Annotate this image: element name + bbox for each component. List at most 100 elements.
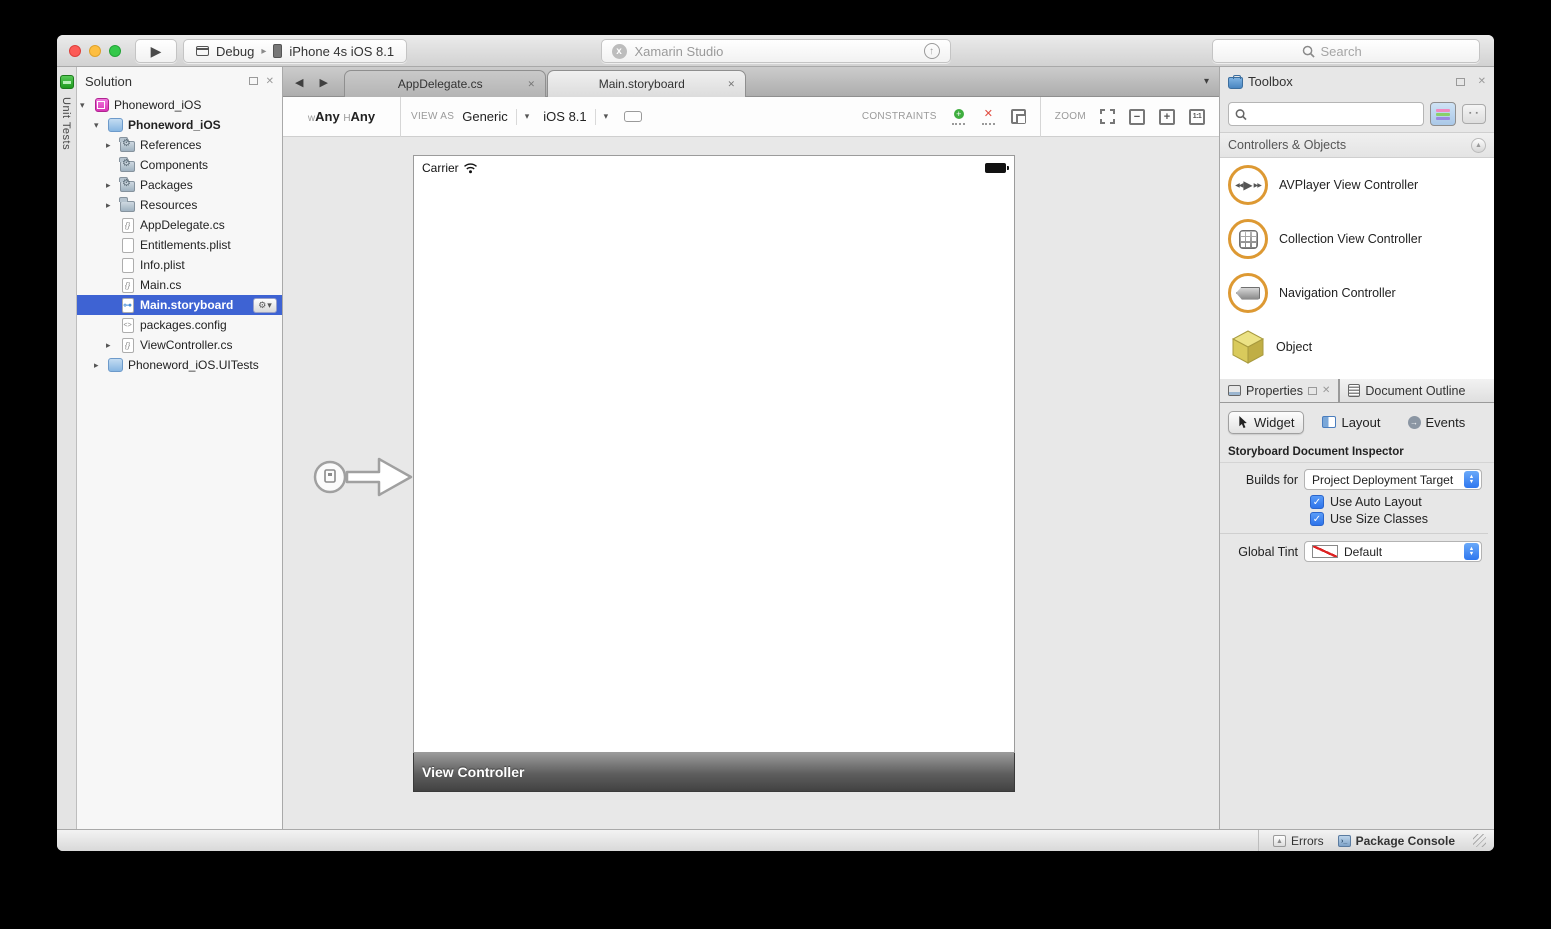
tree-item-entitlements[interactable]: Entitlements.plist: [77, 235, 282, 255]
tree-item-label[interactable]: Phoneword_iOS: [128, 118, 221, 132]
view-controller-title-bar[interactable]: View Controller: [413, 753, 1015, 792]
tree-item-references[interactable]: ▸ References: [77, 135, 282, 155]
dock-icon[interactable]: [1308, 387, 1317, 395]
tab-label[interactable]: Properties: [1246, 384, 1303, 398]
tree-item-packagesconfig[interactable]: packages.config: [77, 315, 282, 335]
view-controller-design-surface[interactable]: Carrier View Controller: [413, 155, 1015, 792]
toolbox-section-header[interactable]: Controllers & Objects ▲: [1220, 132, 1494, 158]
tree-item-label[interactable]: Resources: [140, 198, 197, 212]
toolbox-item-avplayer[interactable]: ◀◀▶▶▶ AVPlayer View Controller: [1220, 158, 1494, 212]
minimize-window-button[interactable]: [89, 45, 101, 57]
tab-overflow-menu[interactable]: ▾: [1204, 76, 1209, 87]
toolbox-item-label[interactable]: Object: [1276, 340, 1312, 354]
device-class-dropdown[interactable]: ▾: [525, 111, 530, 122]
tree-item-label[interactable]: Info.plist: [140, 258, 185, 272]
expander-right-icon[interactable]: ▸: [106, 200, 119, 211]
tree-item-infoplist[interactable]: Info.plist: [77, 255, 282, 275]
package-console-button[interactable]: ›_ Package Console: [1338, 834, 1455, 848]
tree-item-label[interactable]: Phoneword_iOS: [114, 98, 201, 112]
tree-item-label[interactable]: Packages: [140, 178, 193, 192]
toolbox-item-label[interactable]: Navigation Controller: [1279, 286, 1396, 300]
tab-label[interactable]: AppDelegate.cs: [361, 77, 519, 91]
tree-item-label[interactable]: Main.cs: [140, 278, 181, 292]
tree-item-label[interactable]: ViewController.cs: [140, 338, 232, 352]
close-tab-icon[interactable]: ✕: [527, 79, 535, 90]
view-controller-root-view[interactable]: Carrier: [413, 155, 1015, 753]
os-version-value[interactable]: iOS 8.1: [543, 109, 586, 124]
configuration-label[interactable]: Debug: [216, 44, 254, 59]
zoom-out-icon[interactable]: −: [1129, 109, 1145, 125]
expander-down-icon[interactable]: ▾: [80, 100, 93, 111]
zoom-in-icon[interactable]: +: [1159, 109, 1175, 125]
toolbox-item-label[interactable]: Collection View Controller: [1279, 232, 1422, 246]
tab-properties[interactable]: Properties ✕: [1220, 379, 1339, 402]
close-icon[interactable]: ✕: [1478, 76, 1486, 87]
collapse-section-icon[interactable]: ▲: [1471, 138, 1486, 153]
search-input[interactable]: [1321, 44, 1391, 59]
events-mode-button[interactable]: → Events: [1399, 412, 1475, 433]
close-tab-icon[interactable]: ✕: [727, 79, 735, 90]
zoom-fit-icon[interactable]: [1100, 109, 1115, 124]
tree-item-project[interactable]: ▾ Phoneword_iOS: [77, 115, 282, 135]
tab-label[interactable]: Main.storyboard: [564, 77, 719, 91]
build-configuration-selector[interactable]: Debug ▸ iPhone 4s iOS 8.1: [183, 39, 407, 63]
list-view-toggle-button[interactable]: [1430, 102, 1456, 126]
tree-item-label[interactable]: Main.storyboard: [140, 298, 233, 312]
tree-item-components[interactable]: Components: [77, 155, 282, 175]
frame-mode-icon[interactable]: [1011, 109, 1026, 124]
size-classes-checkbox[interactable]: ✓: [1310, 512, 1324, 526]
expander-right-icon[interactable]: ▸: [94, 360, 107, 371]
tab-mainstoryboard[interactable]: Main.storyboard ✕: [547, 70, 746, 97]
navigate-back-button[interactable]: ◀: [295, 76, 303, 89]
stepper-icon[interactable]: ▲▼: [1464, 471, 1479, 488]
layout-mode-button[interactable]: Layout: [1313, 412, 1389, 433]
tree-item-uitests-project[interactable]: ▸ Phoneword_iOS.UITests: [77, 355, 282, 375]
device-class-value[interactable]: Generic: [462, 109, 508, 124]
tree-item-label[interactable]: Components: [140, 158, 208, 172]
tree-item-label[interactable]: AppDelegate.cs: [140, 218, 225, 232]
expander-right-icon[interactable]: ▸: [106, 140, 119, 151]
toolbox-item-navigation[interactable]: Navigation Controller: [1220, 266, 1494, 320]
upload-arrow-icon[interactable]: ↑: [924, 43, 940, 59]
global-tint-dropdown[interactable]: Default ▲▼: [1304, 541, 1482, 562]
expander-right-icon[interactable]: ▸: [106, 340, 119, 351]
device-target-label[interactable]: iPhone 4s iOS 8.1: [289, 44, 394, 59]
auto-layout-checkbox[interactable]: ✓: [1310, 495, 1324, 509]
tree-item-packages[interactable]: ▸ Packages: [77, 175, 282, 195]
tree-item-label[interactable]: Entitlements.plist: [140, 238, 231, 252]
toolbox-item-object[interactable]: Object: [1220, 320, 1494, 374]
stepper-icon[interactable]: ▲▼: [1464, 543, 1479, 560]
run-button[interactable]: ▶: [135, 39, 177, 63]
dock-icon[interactable]: [1456, 78, 1465, 86]
toolbox-search-input[interactable]: [1251, 107, 1417, 121]
tree-item-label[interactable]: Phoneword_iOS.UITests: [128, 358, 259, 372]
zoom-actual-size-icon[interactable]: 1:1: [1189, 109, 1205, 125]
tab-appdelegate[interactable]: AppDelegate.cs ✕: [344, 70, 546, 97]
dock-icon[interactable]: [249, 77, 258, 85]
tree-item-appdelegate[interactable]: AppDelegate.cs: [77, 215, 282, 235]
close-window-button[interactable]: [69, 45, 81, 57]
tree-item-maincs[interactable]: Main.cs: [77, 275, 282, 295]
tab-label[interactable]: Document Outline: [1365, 384, 1465, 398]
toolbox-search-box[interactable]: [1228, 102, 1424, 126]
tree-item-label[interactable]: packages.config: [140, 318, 227, 332]
size-class-selector[interactable]: wAny HAny: [283, 109, 400, 124]
resize-grip[interactable]: [1473, 834, 1486, 847]
os-version-dropdown[interactable]: ▾: [604, 111, 609, 122]
toolbox-item-label[interactable]: AVPlayer View Controller: [1279, 178, 1418, 192]
expander-right-icon[interactable]: ▸: [106, 180, 119, 191]
toolbox-item-collection[interactable]: Collection View Controller: [1220, 212, 1494, 266]
tab-document-outline[interactable]: Document Outline: [1339, 379, 1494, 402]
close-icon[interactable]: ✕: [1322, 385, 1330, 396]
tree-item-viewcontroller[interactable]: ▸ ViewController.cs: [77, 335, 282, 355]
orientation-toggle-icon[interactable]: [624, 111, 642, 122]
widget-mode-button[interactable]: Widget: [1228, 411, 1304, 434]
add-constraint-icon[interactable]: +: [951, 109, 967, 125]
builds-for-dropdown[interactable]: Project Deployment Target ▲▼: [1304, 469, 1482, 490]
compact-view-toggle-button[interactable]: ▪ ▪: [1462, 104, 1486, 124]
tree-item-solution[interactable]: ▾ Phoneword_iOS: [77, 95, 282, 115]
initial-view-controller-arrow[interactable]: [311, 453, 415, 501]
tree-item-mainstoryboard[interactable]: Main.storyboard ⚙▾: [77, 295, 282, 315]
errors-button[interactable]: ▲ Errors: [1273, 834, 1324, 848]
item-options-button[interactable]: ⚙▾: [253, 298, 277, 313]
